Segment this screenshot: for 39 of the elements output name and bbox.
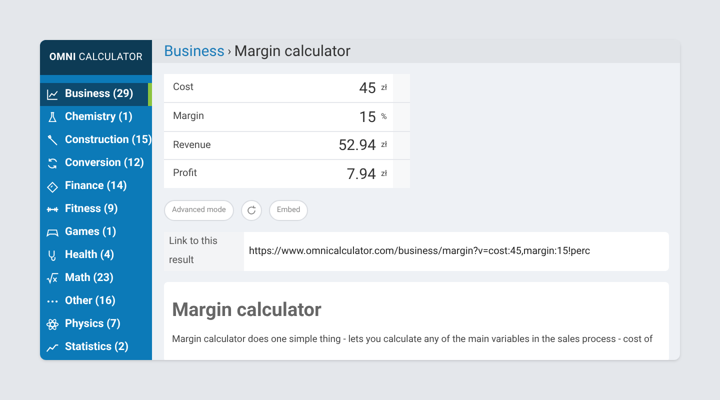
link-label: Link to this result [168,235,219,268]
field-label: Margin [172,110,205,124]
flask-icon [46,111,59,124]
sidebar-item[interactable]: Health (4) [40,244,152,267]
unit-label: % [380,110,387,123]
sidebar-item[interactable]: Business (29) [40,83,152,106]
refresh-icon [46,157,59,170]
reload-icon [246,204,257,216]
article-title: Margin calculator [172,298,322,322]
input-field[interactable]: 45 [264,74,376,102]
sidebar-item[interactable]: Chemistry (1) [40,106,152,129]
unit-label: zł [380,82,388,94]
atom-icon [46,318,59,331]
field-label: Profit [172,167,198,182]
reload-button[interactable] [240,200,262,220]
chart-icon [46,88,59,101]
sidebar-item[interactable]: Statistics (2) [40,336,152,359]
input-field[interactable]: 7.94 [264,160,376,188]
sidebar-item[interactable]: Math (23) [40,267,152,290]
input-field[interactable]: 15 [264,103,376,130]
field-label: Cost [172,81,195,96]
sidebar-item[interactable]: Finance (14) [40,175,152,198]
article-text: Margin calculator does one simple thing - lets you calculate any of the main variables in the sales process - cost of [172,332,654,346]
unit-label: zł [380,168,388,180]
sidebar-item[interactable]: Physics (7) [40,313,152,336]
page-title: Margin calculator [234,41,351,62]
sidebar-item[interactable]: Construction (15) [40,129,152,152]
sidebar-item[interactable]: Conversion (12) [40,152,152,175]
input-field[interactable]: 52.94 [264,132,376,159]
unit-label: zł [380,139,388,152]
result-url[interactable]: https://www.omnicalculator.com/business/margin?v=cost:45,margin:15!perc [248,244,590,258]
breadcrumb-link[interactable]: Business [164,40,225,62]
field-label: Revenue [172,138,212,153]
sidebar-item[interactable]: Fitness (9) [40,198,152,221]
sidebar-item[interactable]: Other (16) [40,290,152,313]
square-root-icon [46,272,59,285]
logo[interactable]: OMNI CALCULATOR [49,50,143,65]
sidebar-item[interactable]: Games (1) [40,221,152,244]
breadcrumb-separator: › [228,43,232,60]
